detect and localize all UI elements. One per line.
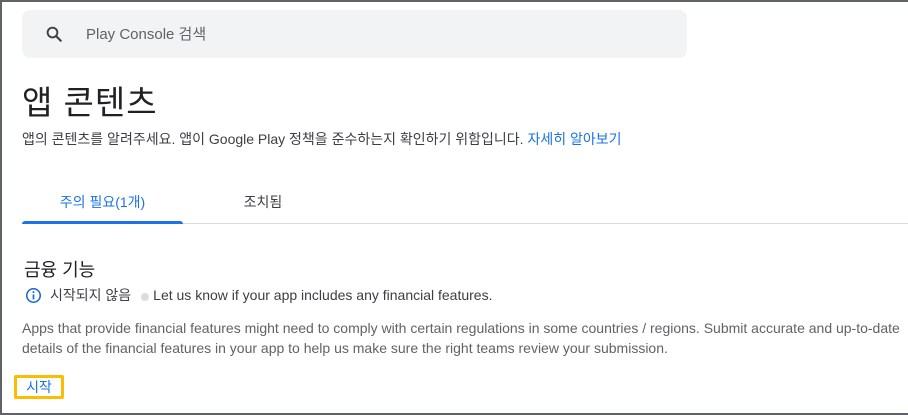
- separator-dot: [141, 293, 150, 301]
- status-row: 시작되지 않음 Let us know if your app includes…: [24, 285, 492, 305]
- section-title: 금융 기능: [24, 260, 96, 280]
- tab-actioned[interactable]: 조치됨: [183, 182, 343, 222]
- page-subtitle: 앱의 콘텐츠를 알려주세요. 앱이 Google Play 정책을 준수하는지 …: [22, 129, 622, 149]
- page-title: 앱 콘텐츠: [22, 84, 158, 121]
- app-content-page: 앱 콘텐츠 앱의 콘텐츠를 알려주세요. 앱이 Google Play 정책을 …: [0, 0, 908, 415]
- search-bar[interactable]: [22, 10, 687, 58]
- status-text: 시작되지 않음: [50, 287, 132, 303]
- learn-more-link[interactable]: 자세히 알아보기: [527, 131, 621, 147]
- start-button[interactable]: 시작: [14, 375, 64, 399]
- tab-bar: 주의 필요(1개) 조치됨: [22, 182, 908, 224]
- subtitle-text: 앱의 콘텐츠를 알려주세요. 앱이 Google Play 정책을 준수하는지 …: [22, 131, 524, 147]
- search-input[interactable]: [84, 24, 648, 44]
- status-prompt: Let us know if your app includes any fin…: [153, 287, 493, 303]
- info-icon: [24, 286, 42, 304]
- tab-action-needed[interactable]: 주의 필요(1개): [22, 182, 183, 224]
- section-description: Apps that provide financial features mig…: [22, 320, 900, 356]
- search-icon[interactable]: [44, 24, 64, 44]
